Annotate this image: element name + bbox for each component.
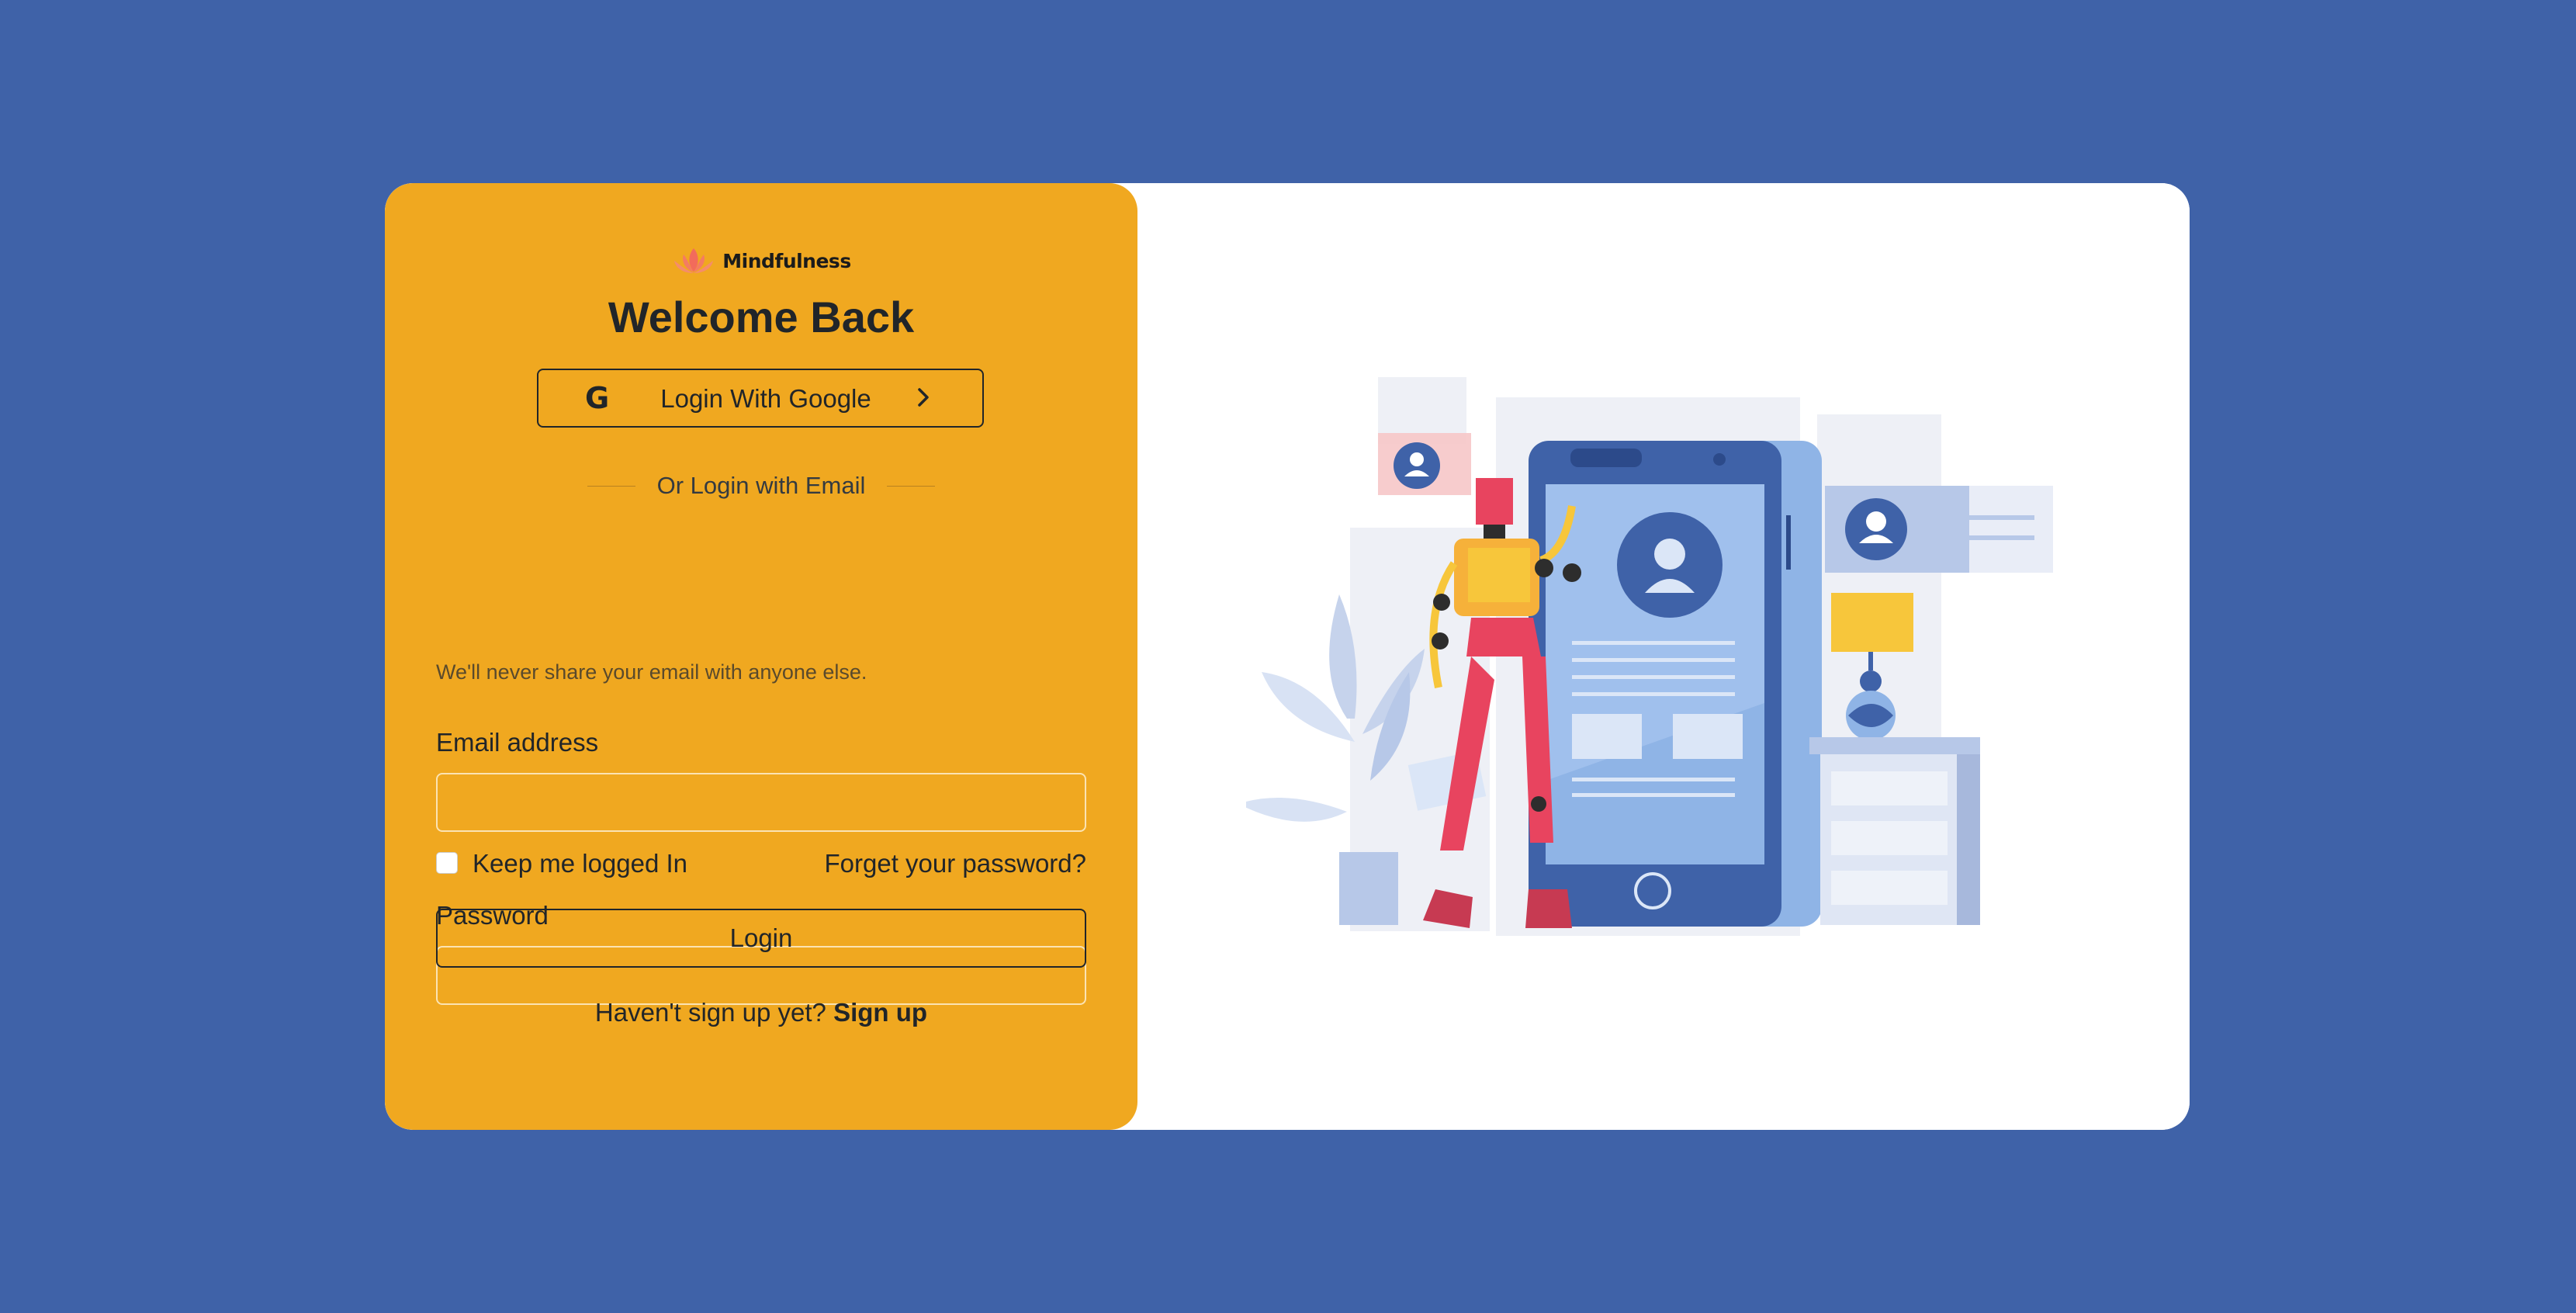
divider-line-right <box>887 485 936 487</box>
login-button[interactable]: Login <box>436 909 1086 968</box>
email-field[interactable] <box>436 773 1086 832</box>
remember-checkbox[interactable] <box>436 852 458 874</box>
brand-logo: Mindfulness <box>385 245 1137 276</box>
forgot-password-link[interactable]: Forget your password? <box>825 849 1087 878</box>
login-panel: Mindfulness Welcome Back G Login With Go… <box>385 183 1137 1130</box>
signup-prompt: Haven't sign up yet? <box>594 998 826 1027</box>
google-login-button[interactable]: G Login With Google <box>537 369 984 428</box>
signup-row: Haven't sign up yet? Sign up <box>385 998 1137 1027</box>
page-title: Welcome Back <box>608 293 915 341</box>
login-card: Mindfulness Welcome Back G Login With Go… <box>385 183 2190 1130</box>
divider-line-left <box>587 485 635 487</box>
illustration-panel <box>1137 183 2190 1130</box>
email-help-text: We'll never share your email with anyone… <box>436 660 867 684</box>
divider-text: Or Login with Email <box>656 472 866 499</box>
or-divider: Or Login with Email <box>385 470 1137 501</box>
remember-label[interactable]: Keep me logged In <box>473 849 687 878</box>
brand-name: Mindfulness <box>722 249 851 272</box>
signup-link[interactable]: Sign up <box>833 998 927 1027</box>
chevron-right-icon <box>918 388 929 407</box>
email-label: Email address <box>436 728 599 757</box>
lotus-icon <box>674 248 714 273</box>
robot-phone-illustration <box>1246 377 2053 936</box>
